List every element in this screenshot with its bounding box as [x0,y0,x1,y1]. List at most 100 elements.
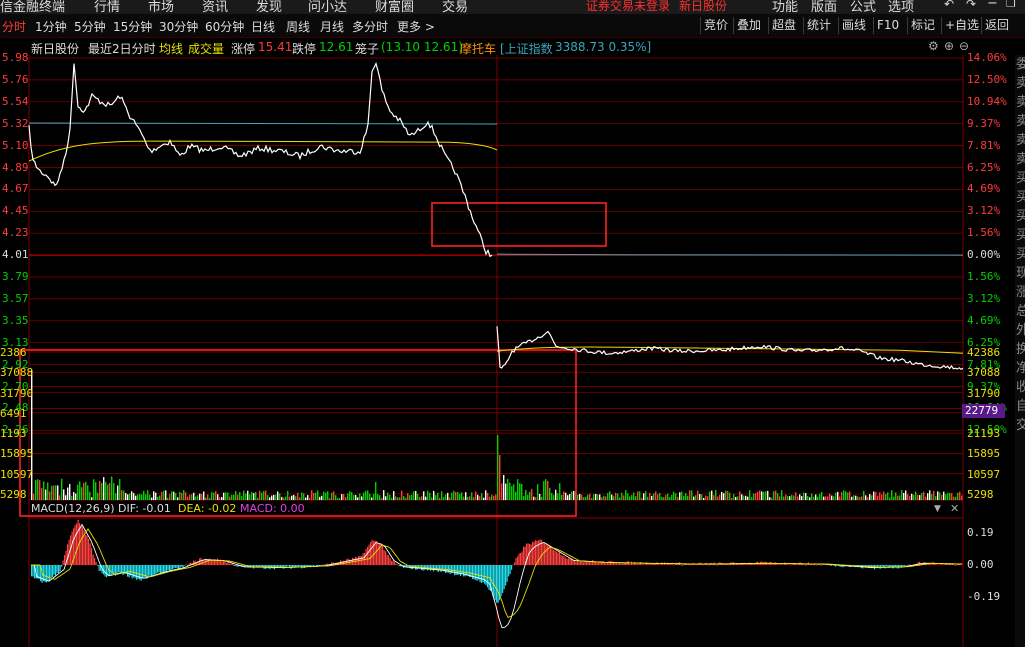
volume-bar [415,490,417,500]
chart-grid [28,55,964,647]
volume-bar [743,495,745,500]
volume-bar [43,481,45,500]
order-book-strip[interactable]: 委卖卖卖卖卖买买买买买现涨总外换净收自交 [1015,55,1025,647]
volume-bar [147,490,149,500]
volume-bar [317,490,319,500]
volume-bar [421,496,423,500]
volume-bar [387,492,389,500]
macd-bar [574,561,576,565]
volume-bar [757,491,759,500]
macd-bar [185,564,187,565]
volume-bar [501,483,503,500]
macd-bar [494,565,496,600]
macd-bar [364,552,366,565]
volume-bar [905,490,907,500]
volume-bar [647,496,649,500]
volume-bar [327,491,329,500]
macd-bar [812,564,814,565]
volume-bar [431,497,433,500]
macd-bar [961,562,963,565]
macd-bar [163,565,165,573]
macd-bar [466,565,468,576]
volume-bar [725,490,727,500]
volume-bar [745,495,747,500]
volume-bar [99,480,101,500]
volume-bar [607,493,609,500]
volume-bar [473,497,475,500]
macd-bar [143,565,145,579]
volume-bar [95,482,97,500]
volume-bar [669,497,671,500]
macd-bar [508,565,510,577]
volume-bar [729,492,731,500]
intraday-chart[interactable] [0,0,1025,647]
volume-bar [117,485,119,500]
volume-bar [45,489,47,500]
volume-bar [853,495,855,500]
macd-bar [587,561,589,565]
volume-bar [105,481,107,500]
macd-bar [907,565,909,566]
volume-bar [425,496,427,500]
macd-bar [82,526,84,565]
macd-bar [323,564,325,565]
macd-bar [644,564,646,565]
volume-bar [541,496,543,500]
macd-bar [398,565,400,567]
macd-dropdown-icon[interactable]: ▼ [934,504,941,514]
macd-bar [463,565,465,577]
volume-bar [87,485,89,500]
macd-close-icon[interactable]: ✕ [950,502,959,515]
macd-label[interactable]: MACD(12,26,9) [31,502,115,515]
order-book-label: 换 [1016,342,1025,357]
macd-bar [638,563,640,565]
volume-bar [169,494,171,500]
volume-bar [613,496,615,500]
volume-tick-right: 5298 [967,487,994,501]
price-tick-left: 5.10 [2,138,29,152]
volume-bar [953,496,955,500]
volume-bar [949,492,951,500]
volume-bar [619,497,621,500]
volume-bar [281,496,283,500]
volume-bar [581,494,583,500]
volume-bar [177,497,179,500]
volume-bar [367,490,369,500]
volume-bar [851,496,853,500]
volume-bar [849,491,851,500]
macd-bar [673,564,675,566]
macd-bar [781,564,783,565]
macd-bar [368,544,370,565]
macd-bar [461,565,463,575]
macd-bar [592,560,594,565]
volume-bar [529,491,531,500]
macd-bar [622,563,624,565]
volume-bar [577,494,579,500]
price-tick-right: 1.56% [967,226,1001,240]
volume-bar [417,493,419,500]
volume-bar [767,490,769,500]
macd-bar [151,565,153,577]
volume-bar [341,494,343,500]
volume-bar [617,493,619,500]
volume-bar [233,494,235,500]
macd-bar [703,564,705,566]
price-line-day1 [28,62,493,258]
volume-bar [67,487,69,500]
volume-bar [91,497,93,500]
volume-bar [863,490,865,500]
volume-bar [379,495,381,500]
volume-bar [189,494,191,500]
macd-bar [392,560,394,565]
volume-bar [657,494,659,500]
volume-bar [503,475,505,500]
volume-bar [571,491,573,500]
volume-bar [781,490,783,500]
macd-bar [532,541,534,565]
macd-bar [791,564,793,565]
volume-bar [893,496,895,500]
volume-bar [455,492,457,500]
macd-bar [188,563,190,565]
macd-bar [619,563,621,565]
volume-bar [135,495,137,500]
